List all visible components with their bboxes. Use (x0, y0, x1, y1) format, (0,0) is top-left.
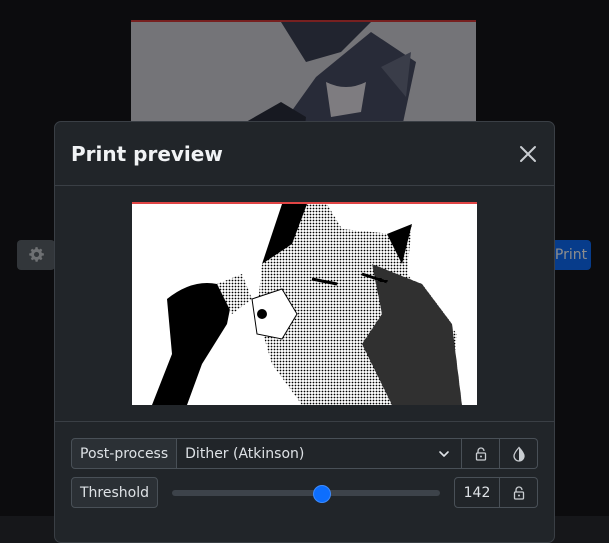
contrast-icon (512, 446, 525, 462)
post-process-select[interactable]: Dither (Atkinson) (177, 438, 462, 469)
modal-header: Print preview (55, 122, 554, 186)
threshold-slider[interactable] (158, 477, 454, 508)
preview-area (55, 186, 554, 422)
contrast-toggle-button[interactable] (500, 438, 538, 469)
post-process-selected-value: Dither (Atkinson) (185, 445, 305, 462)
post-process-lock-button[interactable] (462, 438, 500, 469)
threshold-slider-thumb[interactable] (313, 484, 332, 503)
chevron-down-icon (439, 450, 449, 457)
threshold-label: Threshold (71, 477, 158, 508)
lock-icon (513, 485, 524, 500)
lock-icon (475, 446, 486, 461)
threshold-value[interactable]: 142 (454, 477, 500, 508)
modal-title: Print preview (71, 141, 223, 166)
close-icon (520, 145, 536, 162)
close-button[interactable] (516, 142, 540, 166)
threshold-slider-track[interactable] (172, 484, 440, 503)
dithered-preview-image (132, 202, 477, 405)
print-preview-dialog: Print preview Post-process Dither (Atkin… (54, 121, 555, 543)
print-controls: Post-process Dither (Atkinson) Threshold… (55, 422, 554, 508)
threshold-row: Threshold 142 (71, 477, 538, 508)
post-process-row: Post-process Dither (Atkinson) (71, 438, 538, 469)
post-process-label: Post-process (71, 438, 178, 469)
dithered-fox-illustration (132, 204, 477, 405)
threshold-lock-button[interactable] (500, 477, 538, 508)
